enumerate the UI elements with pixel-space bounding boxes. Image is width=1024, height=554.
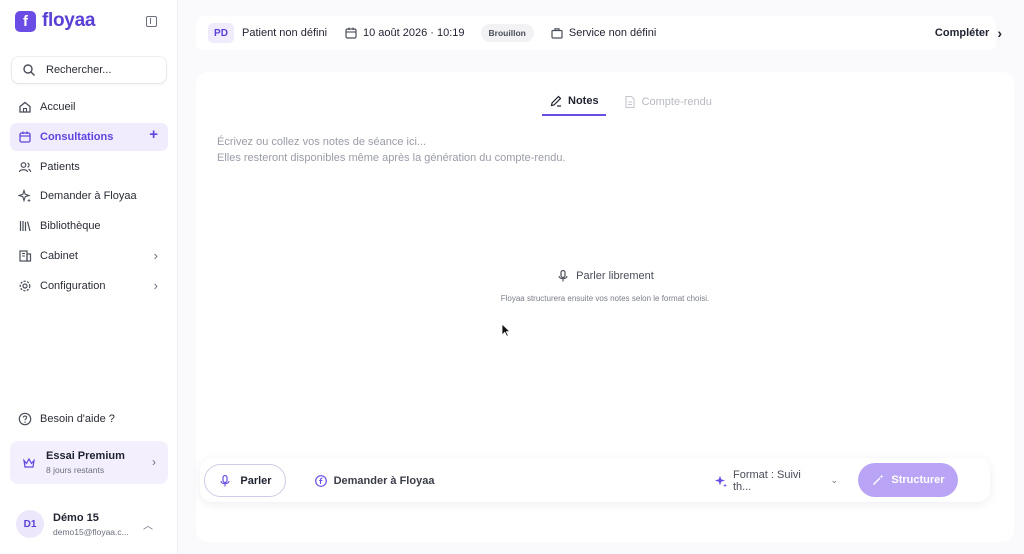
crown-icon [22, 456, 36, 470]
tab-label: Notes [568, 95, 599, 107]
briefcase-icon [550, 26, 564, 40]
brand[interactable]: f floyaa [15, 10, 95, 32]
action-bar: Parler Demander à Floyaa Format : Suivi … [200, 458, 990, 502]
sidebar: f floyaa Accueil Consultations + [0, 0, 178, 554]
consultation-header: PD Patient non défini 10 août 2026 · 10:… [196, 16, 1002, 50]
sidebar-item-label: Demander à Floyaa [40, 190, 137, 203]
chevron-right-icon: › [997, 25, 1002, 41]
format-selector[interactable]: Format : Suivi th... ⌄ [714, 464, 838, 497]
complete-label: Compléter [934, 27, 990, 39]
patient-selector[interactable]: Patient non défini [242, 27, 327, 39]
complete-button[interactable]: Compléter › [935, 16, 1002, 50]
chevron-right-icon: › [153, 277, 158, 293]
magic-wand-icon [871, 473, 885, 487]
user-menu[interactable]: D1 Démo 15 demo15@floyaa.c... ︿ [10, 504, 168, 544]
microphone-icon [218, 474, 232, 488]
notes-textarea[interactable] [217, 134, 977, 274]
speak-hint-subtitle: Floyaa structurera ensuite vos notes sel… [500, 294, 710, 303]
user-email: demo15@floyaa.c... [53, 526, 129, 537]
sidebar-item-label: Cabinet [40, 249, 78, 262]
sidebar-item-demander[interactable]: Demander à Floyaa [10, 182, 168, 210]
ask-floyaa-label: Demander à Floyaa [333, 474, 435, 487]
structure-button[interactable]: Structurer [858, 463, 958, 497]
avatar: D1 [16, 510, 44, 538]
mouse-cursor-icon [501, 323, 511, 337]
premium-subtitle: 8 jours restants [46, 465, 105, 475]
calendar-icon [18, 130, 32, 144]
search-icon [22, 63, 36, 77]
speak-button-label: Parler [240, 474, 272, 487]
chevron-right-icon: › [152, 455, 156, 469]
users-icon [18, 160, 32, 174]
pencil-icon [549, 94, 563, 108]
sidebar-nav: Accueil Consultations + Patients Demande… [10, 93, 168, 302]
sidebar-item-label: Bibliothèque [40, 220, 101, 233]
editor-tabs: Notes Compte-rendu [542, 88, 719, 116]
sidebar-item-label: Accueil [40, 101, 76, 113]
user-name: Démo 15 [53, 511, 99, 524]
sidebar-item-bibliotheque[interactable]: Bibliothèque [10, 212, 168, 240]
brand-logo: f [15, 10, 36, 32]
premium-title: Essai Premium [46, 450, 125, 462]
sidebar-item-label: Configuration [40, 279, 106, 292]
help-label: Besoin d'aide ? [40, 413, 115, 425]
speak-hint: Parler librement Floyaa structurera ensu… [196, 269, 1014, 303]
library-icon [18, 219, 32, 233]
sidebar-item-configuration[interactable]: Configuration › [10, 272, 168, 300]
sidebar-item-accueil[interactable]: Accueil [10, 93, 168, 121]
status-badge: Brouillon [480, 24, 534, 42]
sparkle-icon [18, 189, 32, 203]
help-icon [18, 412, 32, 426]
sparkle-icon [714, 474, 728, 488]
document-icon [623, 95, 637, 109]
gear-icon [18, 279, 32, 293]
search-box[interactable] [12, 57, 166, 83]
structure-button-label: Structurer [891, 474, 945, 486]
help-link[interactable]: Besoin d'aide ? [18, 412, 115, 426]
chevron-up-icon: ︿ [143, 521, 153, 532]
editor-panel: Notes Compte-rendu Parler librement [196, 72, 1014, 542]
calendar-icon [344, 26, 358, 40]
microphone-icon [556, 269, 570, 283]
tab-notes[interactable]: Notes [542, 88, 606, 116]
tab-compte-rendu[interactable]: Compte-rendu [616, 88, 719, 116]
add-consultation-icon[interactable]: + [149, 127, 158, 142]
floyaa-logo-icon [314, 474, 328, 488]
main-area: PD Patient non défini 10 août 2026 · 10:… [178, 0, 1024, 554]
sidebar-item-patients[interactable]: Patients [10, 153, 168, 181]
speak-button[interactable]: Parler [204, 464, 286, 497]
sidebar-item-cabinet[interactable]: Cabinet › [10, 242, 168, 270]
service-selector[interactable]: Service non défini [569, 27, 656, 39]
speak-hint-title: Parler librement [576, 270, 654, 282]
chevron-down-icon: ⌄ [830, 475, 838, 485]
tab-label: Compte-rendu [641, 96, 712, 108]
consultation-date[interactable]: 10 août 2026 · 10:19 [363, 27, 465, 39]
collapse-sidebar-icon[interactable] [146, 16, 157, 27]
building-icon [18, 249, 32, 263]
patient-avatar: PD [208, 23, 234, 43]
app-window: f floyaa Accueil Consultations + [0, 0, 1024, 554]
brand-name: floyaa [42, 10, 96, 31]
sidebar-item-label: Consultations [40, 130, 114, 143]
chevron-right-icon: › [153, 247, 158, 263]
sidebar-item-consultations[interactable]: Consultations + [10, 122, 168, 151]
ask-floyaa-button[interactable]: Demander à Floyaa [308, 464, 440, 497]
home-icon [18, 100, 32, 114]
sidebar-item-label: Patients [40, 160, 80, 173]
premium-trial-card[interactable]: Essai Premium 8 jours restants › [10, 441, 168, 484]
search-input[interactable] [46, 64, 156, 76]
format-label: Format : Suivi th... [733, 468, 801, 493]
